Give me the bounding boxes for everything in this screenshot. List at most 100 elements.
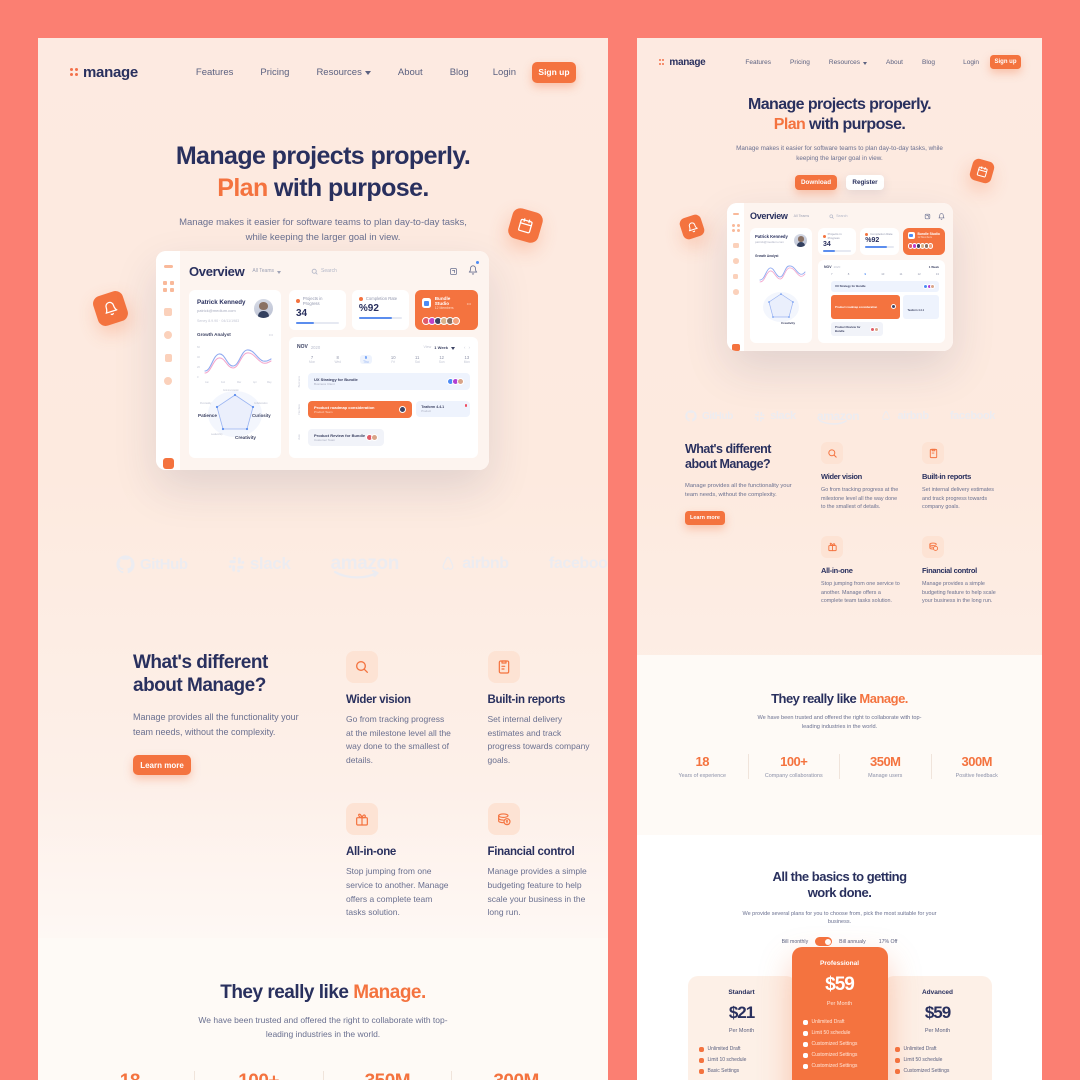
navbar-mini: manage Features Pricing Resources About … xyxy=(659,51,1021,73)
calendar-day[interactable]: 12 xyxy=(918,272,921,276)
nav-link-resources[interactable]: Resources xyxy=(316,67,371,78)
calendar-day[interactable]: 11 Sat xyxy=(415,355,420,364)
calendar-day[interactable]: 13 xyxy=(936,272,939,276)
prev-week-button[interactable]: ‹ xyxy=(464,345,466,350)
sidebar-reports-icon[interactable] xyxy=(164,330,172,339)
sidebar-active-icon[interactable] xyxy=(731,343,740,351)
bundle-icon xyxy=(907,232,915,239)
nav-link-pricing[interactable]: Pricing xyxy=(260,67,289,78)
testimonial-heading-plain: They really like xyxy=(771,691,860,706)
more-icon[interactable]: ••• xyxy=(269,332,273,337)
nav-link-blog[interactable]: Blog xyxy=(450,67,469,78)
task-chip-plain[interactable]: Product Review for Bundle xyxy=(831,322,883,337)
bell-icon[interactable] xyxy=(938,212,945,220)
hero-title-accent: Plan xyxy=(217,173,268,202)
learn-more-button[interactable]: Learn more xyxy=(685,511,725,526)
calendar-year: 2020 xyxy=(310,344,321,350)
status-dot xyxy=(865,232,869,236)
nav-link-pricing[interactable]: Pricing xyxy=(790,59,810,66)
bundle-card[interactable]: Bundle Studio 12 Members ••• xyxy=(414,290,478,330)
calendar-icon xyxy=(518,218,533,234)
sidebar-grid-icon[interactable] xyxy=(731,223,740,232)
nav-link-features[interactable]: Features xyxy=(745,59,771,66)
billing-toggle[interactable] xyxy=(815,937,833,947)
plan-feature-label: Limit 10 schedule xyxy=(707,1057,747,1064)
calendar-day-active[interactable]: 9 Thu xyxy=(360,355,372,364)
stats-row: 18 Years of experience 100+ Company coll… xyxy=(38,1071,608,1080)
sidebar-grid-icon[interactable] xyxy=(162,280,174,292)
svg-text:Collaboration: Collaboration xyxy=(254,402,268,405)
sidebar-projects-icon[interactable] xyxy=(164,307,172,316)
stat-value: %92 xyxy=(358,303,379,314)
calendar-day[interactable]: 10 xyxy=(881,272,884,276)
plan-feature-label: Customized Settings xyxy=(903,1068,950,1075)
floating-bell-badge xyxy=(678,213,706,241)
sidebar-active-icon[interactable] xyxy=(162,457,174,469)
calendar-day[interactable]: 12 Sun xyxy=(439,355,445,364)
expand-icon[interactable] xyxy=(924,213,931,220)
task-chip-side[interactable]: Teaform 4.4.1 xyxy=(903,294,939,319)
login-link[interactable]: Login xyxy=(493,67,516,78)
nav-link-resources[interactable]: Resources xyxy=(829,59,867,66)
brand-logo[interactable]: manage xyxy=(70,64,138,81)
login-link[interactable]: Login xyxy=(963,59,979,66)
calendar-day[interactable]: 7 Mon xyxy=(309,355,315,364)
calendar-day[interactable]: 13 Mon xyxy=(464,355,470,364)
more-icon[interactable]: ••• xyxy=(467,301,471,306)
stat-label: Projects in Progress xyxy=(302,296,323,306)
notification-bell[interactable] xyxy=(468,261,479,280)
calendar-day[interactable]: 7 xyxy=(831,272,833,276)
sidebar-people-icon[interactable] xyxy=(164,353,172,362)
calendar-view-label[interactable]: 1 Week xyxy=(929,265,939,269)
team-filter-dropdown[interactable]: All Teams xyxy=(252,268,282,274)
calendar-day[interactable]: 8 xyxy=(848,272,850,276)
dashboard-search[interactable]: Search xyxy=(829,214,848,219)
bundle-card[interactable]: Bundle Studio 12 Members xyxy=(902,228,945,255)
task-chip-orange[interactable]: Product roadmap consideration Product Te… xyxy=(308,400,413,418)
status-dot xyxy=(823,234,826,238)
task-meta: Product Team xyxy=(314,409,333,414)
nav-link-about[interactable]: About xyxy=(398,67,423,78)
next-week-button[interactable]: › xyxy=(469,345,471,350)
sidebar-people-icon[interactable] xyxy=(733,273,738,280)
testimonial-heading-plain: They really like xyxy=(220,982,354,1003)
magnifier-icon xyxy=(346,651,378,683)
calendar-day-active[interactable]: 9 xyxy=(864,272,866,276)
calendar-day[interactable]: 11 xyxy=(900,272,903,276)
dashboard-search[interactable]: Search xyxy=(311,268,337,275)
testimonial-heading-accent: Manage. xyxy=(353,982,426,1003)
task-chip-blue[interactable]: UX Strategy for Bundle Business Client xyxy=(308,373,470,391)
calendar-view-label[interactable]: 1 Week xyxy=(434,345,448,350)
expand-icon[interactable] xyxy=(449,267,458,276)
hero-subtitle: Manage makes it easier for software team… xyxy=(736,144,943,162)
task-chip-orange[interactable]: Product roadmap consideration xyxy=(831,294,901,319)
testimonial-section-mini: They really like Manage. We have been tr… xyxy=(637,655,1042,835)
sidebar-settings-icon[interactable] xyxy=(164,376,172,385)
plan-feature: Customized Settings xyxy=(802,1063,877,1069)
sidebar-menu-icon[interactable] xyxy=(732,213,739,215)
hero-download-button[interactable]: Download xyxy=(795,175,837,191)
nav-link-features[interactable]: Features xyxy=(196,67,234,78)
check-icon xyxy=(802,1063,808,1069)
nav-link-blog[interactable]: Blog xyxy=(922,59,935,66)
calendar-day[interactable]: 8 Wed xyxy=(334,355,341,364)
learn-more-button[interactable]: Learn more xyxy=(133,755,191,776)
task-chip-side[interactable]: Teaform 4.4.1 Product xyxy=(416,401,470,418)
signup-button[interactable]: Sign up xyxy=(990,55,1021,69)
sidebar-projects-icon[interactable] xyxy=(732,242,739,249)
sidebar-settings-icon[interactable] xyxy=(732,289,739,295)
sidebar-menu-icon[interactable] xyxy=(163,265,173,268)
brand-logo[interactable]: manage xyxy=(659,57,706,68)
task-meta: Product xyxy=(421,409,431,414)
testimonial-subtitle: We have been trusted and offered the rig… xyxy=(198,1015,448,1039)
signup-button[interactable]: Sign up xyxy=(532,61,576,83)
sidebar-reports-icon[interactable] xyxy=(732,258,739,264)
nav-link-about[interactable]: About xyxy=(886,59,903,66)
team-filter-label[interactable]: All Teams xyxy=(794,214,810,218)
task-chip-plain[interactable]: Product Review for Bundle Customer Team xyxy=(308,428,385,446)
magnifier-icon xyxy=(821,442,843,464)
task-chip-blue[interactable]: UX Strategy for Bundle xyxy=(831,280,939,292)
calendar-day[interactable]: 10 Fri xyxy=(391,355,396,364)
feature-text: Stop jumping from one service to another… xyxy=(821,580,900,605)
hero-register-button[interactable]: Register xyxy=(846,175,884,191)
